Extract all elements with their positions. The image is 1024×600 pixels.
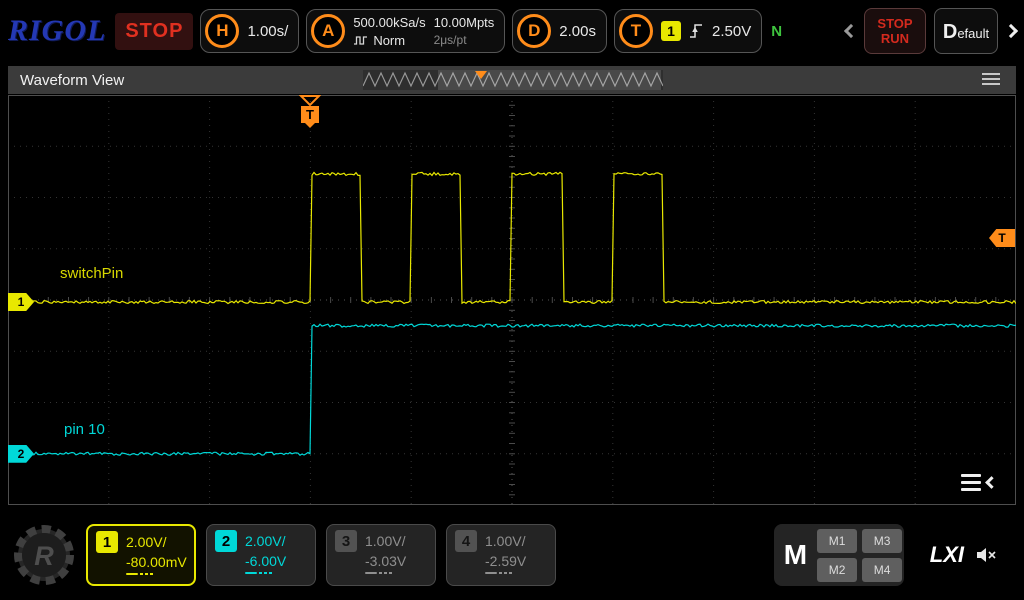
oscilloscope-screen: RIGOL STOP H 1.00s/ A 500.00kSa/s Norm 1… <box>0 0 1024 600</box>
default-rest: efault <box>957 26 989 41</box>
channel4-scale: 1.00V/ <box>485 533 525 549</box>
chevron-left-icon[interactable] <box>844 24 858 38</box>
rising-edge-icon <box>689 22 704 40</box>
ch2-waveform-label: pin 10 <box>64 421 105 438</box>
sample-interval-value: 2μs/pt <box>434 33 495 47</box>
waveform-canvas[interactable] <box>8 95 1016 505</box>
channel3-coupling-icon <box>365 572 427 574</box>
hamburger-icon[interactable] <box>982 73 1000 85</box>
channel2-scale: 2.00V/ <box>245 533 285 549</box>
horizontal-settings-button[interactable]: H 1.00s/ <box>200 9 299 53</box>
timebase-value: 1.00s/ <box>247 23 288 40</box>
collapse-menu-icon[interactable] <box>961 474 996 491</box>
acquisition-left-column: 500.00kSa/s Norm <box>353 15 425 48</box>
delay-knob-icon[interactable]: D <box>517 14 551 48</box>
rigol-gear-logo[interactable]: R <box>12 523 76 587</box>
trigger-position-label: T <box>306 107 314 122</box>
delay-settings-button[interactable]: D 2.00s <box>512 9 607 53</box>
channel1-badge: 1 <box>96 531 118 553</box>
trigger-settings-button[interactable]: T 1 2.50V <box>614 9 762 53</box>
channel1-offset: -80.00mV <box>126 554 186 570</box>
trigger-position-marker[interactable]: T <box>299 95 321 129</box>
trigger-level-value: 2.50V <box>712 23 751 40</box>
math-panel: M M1 M2 M3 M4 <box>774 524 904 586</box>
chevron-right-icon[interactable] <box>1004 24 1018 38</box>
stop-run-line2: RUN <box>881 31 909 46</box>
default-button[interactable]: Default <box>934 8 998 54</box>
channel4-offset: -2.59V <box>485 553 547 569</box>
channel4-coupling-icon <box>485 572 547 574</box>
delay-value: 2.00s <box>559 23 596 40</box>
trigger-source-badge: 1 <box>661 21 681 41</box>
acquire-mode-label: Norm <box>373 33 405 48</box>
channel4-badge: 4 <box>455 530 477 552</box>
memory-depth-value: 10.00Mpts <box>434 15 495 30</box>
math-buttons: M1 M2 M3 M4 <box>817 529 902 582</box>
channel2-coupling-icon <box>245 572 307 574</box>
channel2-offset: -6.00V <box>245 553 307 569</box>
bottom-bar: R 1 2.00V/ -80.00mV 2 2.00V/ -6.00V 3 1.… <box>0 510 1024 600</box>
math4-button[interactable]: M4 <box>862 558 902 582</box>
lxi-block: LXI <box>930 542 998 568</box>
ch1-waveform-label: switchPin <box>60 265 123 282</box>
stop-run-line1: STOP <box>877 16 912 31</box>
channel4-box[interactable]: 4 1.00V/ -2.59V <box>446 524 556 586</box>
math1-button[interactable]: M1 <box>817 529 857 553</box>
trigger-status-flag: N <box>771 23 782 40</box>
square-wave-icon <box>353 35 368 46</box>
acquisition-right-column: 10.00Mpts 2μs/pt <box>434 15 495 47</box>
math2-button[interactable]: M2 <box>817 558 857 582</box>
default-initial: D <box>943 21 957 44</box>
channel3-scale: 1.00V/ <box>365 533 405 549</box>
record-overview-strip[interactable] <box>363 70 663 90</box>
stop-run-button[interactable]: STOP RUN <box>864 8 926 54</box>
math-label[interactable]: M <box>784 539 807 571</box>
view-title: Waveform View <box>20 72 124 89</box>
waveform-view-header: Waveform View <box>8 66 1016 94</box>
channel2-box[interactable]: 2 2.00V/ -6.00V <box>206 524 316 586</box>
channel1-scale: 2.00V/ <box>126 534 166 550</box>
top-right-controls: STOP RUN Default <box>846 8 1016 54</box>
channel3-offset: -3.03V <box>365 553 427 569</box>
acquisition-settings-button[interactable]: A 500.00kSa/s Norm 10.00Mpts 2μs/pt <box>306 9 505 53</box>
svg-text:R: R <box>34 541 54 571</box>
rigol-logo: RIGOL <box>8 14 106 48</box>
channel3-badge: 3 <box>335 530 357 552</box>
waveform-display[interactable]: T T 1 2 switchPin pin 10 <box>8 95 1016 505</box>
top-status-bar: RIGOL STOP H 1.00s/ A 500.00kSa/s Norm 1… <box>0 0 1024 62</box>
acquire-knob-icon[interactable]: A <box>311 14 345 48</box>
channel1-box[interactable]: 1 2.00V/ -80.00mV <box>86 524 196 586</box>
channel1-coupling-icon <box>126 573 186 575</box>
math3-button[interactable]: M3 <box>862 529 902 553</box>
horizontal-knob-icon[interactable]: H <box>205 14 239 48</box>
trigger-knob-icon[interactable]: T <box>619 14 653 48</box>
run-state-indicator[interactable]: STOP <box>115 13 193 50</box>
speaker-muted-icon[interactable] <box>976 546 998 564</box>
channel2-badge: 2 <box>215 530 237 552</box>
sample-rate-value: 500.00kSa/s <box>353 15 425 30</box>
lxi-logo: LXI <box>930 542 964 568</box>
channel3-box[interactable]: 3 1.00V/ -3.03V <box>326 524 436 586</box>
